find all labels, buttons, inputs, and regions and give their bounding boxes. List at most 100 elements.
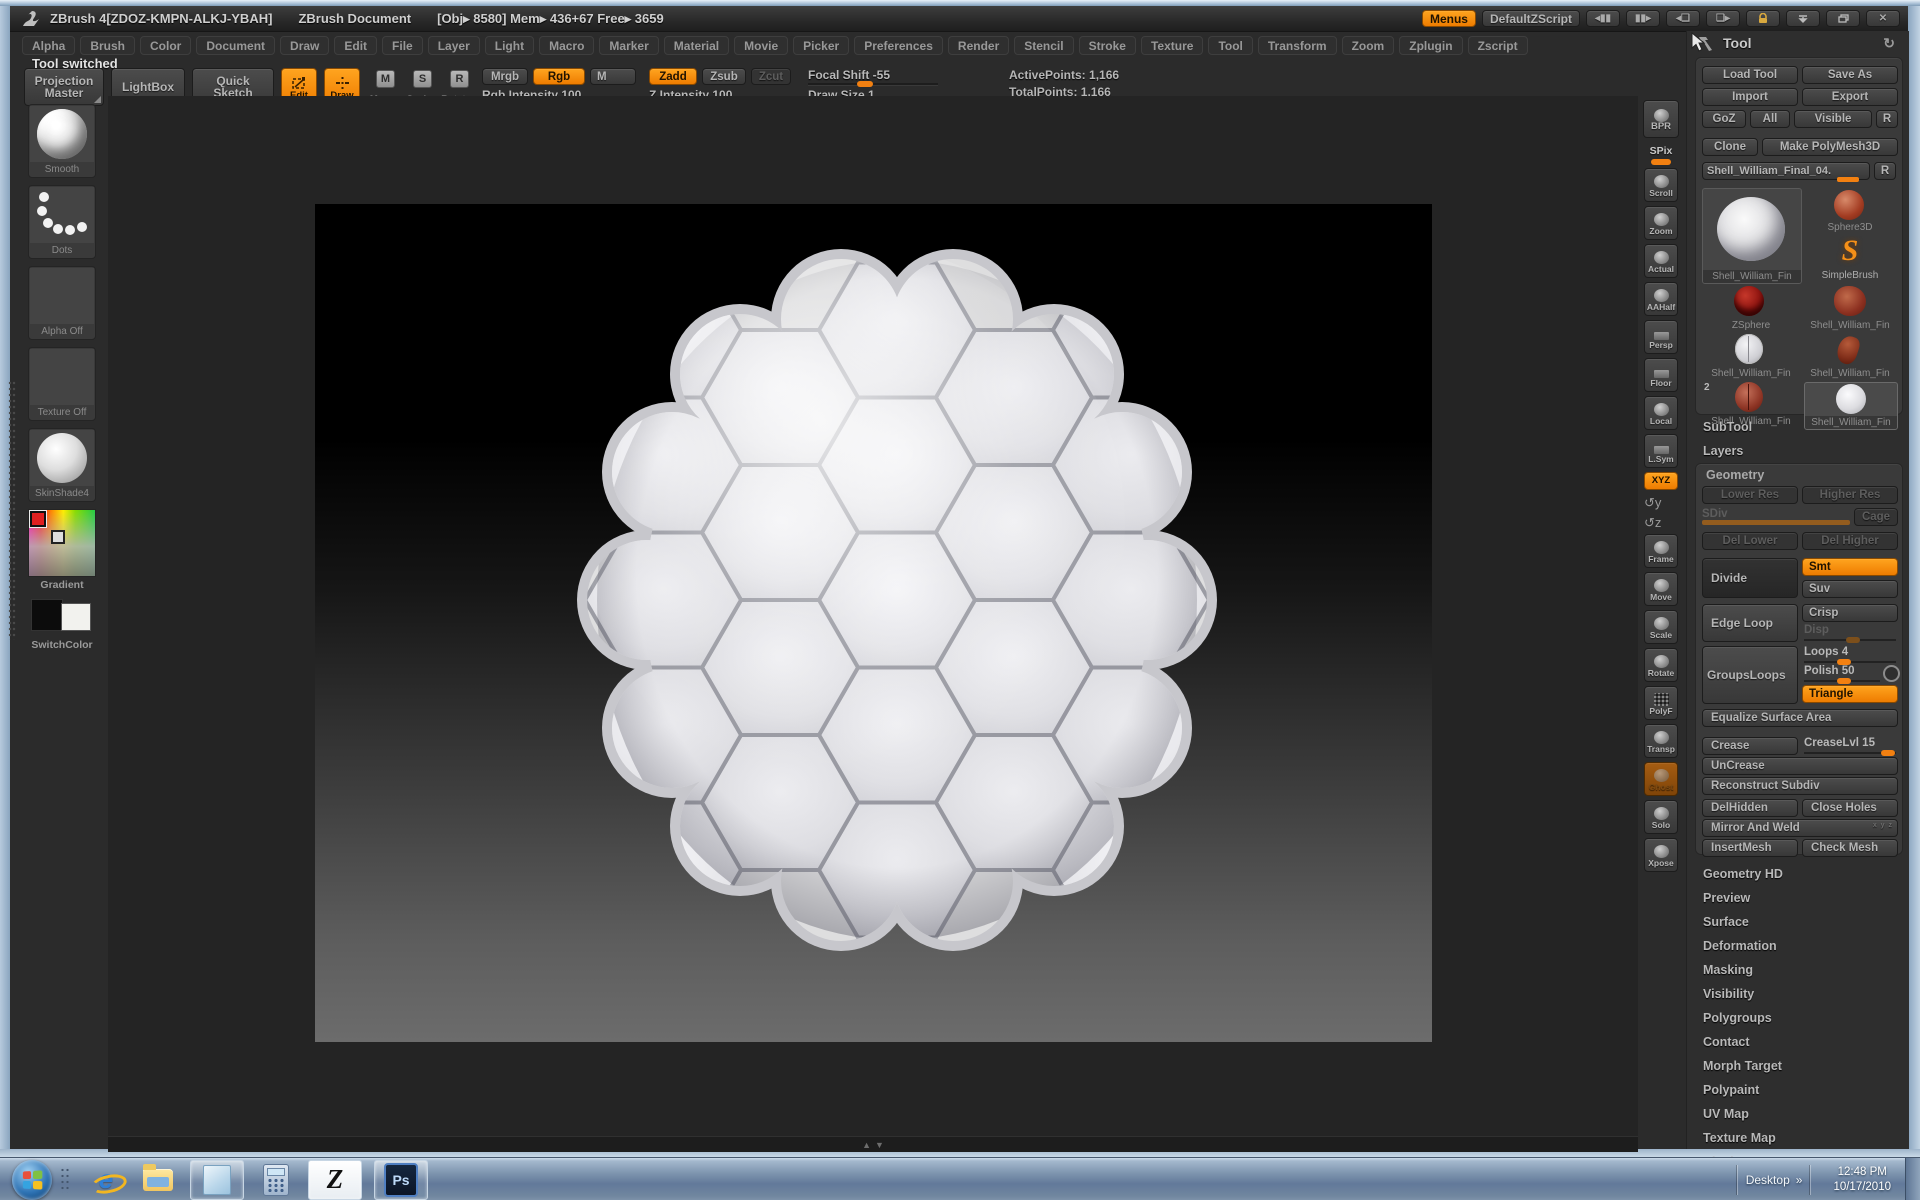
canvas-area[interactable]: ▲ ▼: [108, 96, 1638, 1152]
taskbar-zbrush[interactable]: Z: [308, 1160, 362, 1200]
make-polymesh3d-button[interactable]: Make PolyMesh3D: [1762, 138, 1898, 156]
menu-picker[interactable]: Picker: [793, 36, 849, 55]
smt-button[interactable]: Smt: [1802, 558, 1898, 576]
left-tray-divider[interactable]: [8, 380, 16, 640]
m-button[interactable]: M: [590, 68, 636, 85]
creaselvl-slider[interactable]: CreaseLvl 15: [1804, 737, 1896, 754]
shelf-scroll-right-button[interactable]: ▮▮▸: [1626, 10, 1660, 27]
cycle-ui-right-button[interactable]: ❏▸: [1706, 10, 1740, 27]
canvas-scroll-strip[interactable]: ▲ ▼: [108, 1136, 1638, 1152]
insertmesh-button[interactable]: InsertMesh: [1702, 839, 1798, 857]
lsym-button[interactable]: L.Sym: [1644, 434, 1678, 468]
load-tool-button[interactable]: Load Tool: [1702, 66, 1798, 84]
mirror-and-weld-button[interactable]: Mirror And Weld x y z: [1702, 819, 1898, 837]
import-button[interactable]: Import: [1702, 88, 1798, 106]
section-masking[interactable]: Masking: [1703, 963, 1753, 977]
rotate-z-icon[interactable]: ↺z: [1644, 515, 1678, 531]
crisp-button[interactable]: Crisp: [1802, 604, 1898, 622]
edge-loop-button[interactable]: Edge Loop: [1702, 604, 1798, 642]
projection-master-button[interactable]: Projection Master: [24, 68, 104, 106]
solo-button[interactable]: Solo: [1644, 800, 1678, 834]
menus-button[interactable]: Menus: [1422, 10, 1476, 27]
floor-button[interactable]: Floor: [1644, 358, 1678, 392]
disp-slider[interactable]: Disp: [1804, 624, 1896, 641]
xyz-symmetry-button[interactable]: XYZ: [1644, 472, 1678, 490]
section-texture-map[interactable]: Texture Map: [1703, 1131, 1776, 1145]
xpose-button[interactable]: Xpose: [1644, 838, 1678, 872]
thumbnail-brain-white[interactable]: Shell_William_Fin: [1702, 334, 1800, 380]
cycle-ui-left-button[interactable]: ◂❏: [1666, 10, 1700, 27]
switch-color-wells[interactable]: [29, 597, 95, 637]
spix-slider[interactable]: SPix: [1643, 142, 1679, 168]
del-higher-button[interactable]: Del Higher: [1802, 532, 1898, 550]
taskbar-windows-explorer[interactable]: [138, 1161, 178, 1199]
del-lower-button[interactable]: Del Lower: [1702, 532, 1798, 550]
restore-button[interactable]: [1826, 10, 1860, 27]
uncrease-button[interactable]: UnCrease: [1702, 757, 1898, 775]
taskbar-photoshop[interactable]: Ps: [374, 1160, 428, 1200]
section-deformation[interactable]: Deformation: [1703, 939, 1777, 953]
menu-zscript[interactable]: Zscript: [1468, 36, 1528, 55]
minimize-button[interactable]: [1786, 10, 1820, 27]
aahalf-button[interactable]: AAHalf: [1644, 282, 1678, 316]
thumbnail-simplebrush[interactable]: S SimpleBrush: [1804, 236, 1896, 282]
menu-file[interactable]: File: [382, 36, 423, 55]
section-uv-map[interactable]: UV Map: [1703, 1107, 1749, 1121]
menu-layer[interactable]: Layer: [428, 36, 480, 55]
taskbar-clock[interactable]: 12:48 PM 10/17/2010: [1833, 1165, 1891, 1195]
triangle-button[interactable]: Triangle: [1802, 685, 1898, 703]
focal-shift-slider[interactable]: Focal Shift -55: [808, 68, 938, 85]
goz-button[interactable]: GoZ: [1702, 110, 1746, 128]
menu-movie[interactable]: Movie: [734, 36, 788, 55]
perspective-button[interactable]: Persp: [1644, 320, 1678, 354]
thumbnail-shell-red[interactable]: Shell_William_Fin: [1804, 286, 1896, 332]
menu-marker[interactable]: Marker: [599, 36, 658, 55]
crease-button[interactable]: Crease: [1702, 737, 1798, 755]
move-view-button[interactable]: Move: [1644, 572, 1678, 606]
higher-res-button[interactable]: Higher Res: [1802, 486, 1898, 504]
menu-brush[interactable]: Brush: [80, 36, 135, 55]
scroll-down-icon[interactable]: ▼: [875, 1140, 884, 1150]
all-button[interactable]: All: [1750, 110, 1790, 128]
local-symmetry-button[interactable]: Local: [1644, 396, 1678, 430]
delhidden-button[interactable]: DelHidden: [1702, 799, 1798, 817]
main-color-well[interactable]: [31, 599, 63, 631]
taskbar-internet-explorer[interactable]: e: [86, 1161, 126, 1199]
menu-tool[interactable]: Tool: [1208, 36, 1252, 55]
polish-mode-toggle[interactable]: [1883, 665, 1900, 682]
brush-selector[interactable]: Smooth: [28, 104, 96, 178]
menu-render[interactable]: Render: [948, 36, 1009, 55]
section-morph-target[interactable]: Morph Target: [1703, 1059, 1782, 1073]
bpr-render-button[interactable]: BPR: [1643, 100, 1679, 138]
section-polygroups[interactable]: Polygroups: [1703, 1011, 1772, 1025]
active-tool-name-slider[interactable]: Shell_William_Final_04.: [1702, 162, 1870, 180]
menu-light[interactable]: Light: [485, 36, 534, 55]
lower-res-button[interactable]: Lower Res: [1702, 486, 1798, 504]
geometry-section-header[interactable]: Geometry: [1706, 468, 1764, 482]
section-contact[interactable]: Contact: [1703, 1035, 1750, 1049]
suv-button[interactable]: Suv: [1802, 580, 1898, 598]
section-polypaint[interactable]: Polypaint: [1703, 1083, 1759, 1097]
thumbnail-sphere3d[interactable]: Sphere3D: [1804, 188, 1896, 234]
save-as-button[interactable]: Save As: [1802, 66, 1898, 84]
lock-icon[interactable]: [1746, 10, 1780, 27]
menu-macro[interactable]: Macro: [539, 36, 594, 55]
thumbnail-claw-red[interactable]: Shell_William_Fin: [1804, 334, 1896, 380]
shelf-scroll-left-button[interactable]: ◂▮▮: [1586, 10, 1620, 27]
desktop-toolbar[interactable]: Desktop »: [1746, 1173, 1803, 1187]
divide-button[interactable]: Divide: [1702, 558, 1798, 598]
document-canvas[interactable]: [315, 204, 1432, 1042]
cage-button[interactable]: Cage: [1854, 508, 1898, 526]
section-visibility[interactable]: Visibility: [1703, 987, 1754, 1001]
sdiv-slider[interactable]: SDiv: [1702, 508, 1850, 525]
stroke-selector[interactable]: Dots: [28, 185, 96, 259]
menu-stroke[interactable]: Stroke: [1079, 36, 1136, 55]
reconstruct-subdiv-button[interactable]: Reconstruct Subdiv: [1702, 777, 1898, 795]
menu-material[interactable]: Material: [664, 36, 729, 55]
section-preview[interactable]: Preview: [1703, 891, 1750, 905]
scale-view-button[interactable]: Scale: [1644, 610, 1678, 644]
section-surface[interactable]: Surface: [1703, 915, 1749, 929]
zadd-button[interactable]: Zadd: [649, 68, 697, 85]
menu-edit[interactable]: Edit: [334, 36, 377, 55]
visible-button[interactable]: Visible: [1794, 110, 1872, 128]
